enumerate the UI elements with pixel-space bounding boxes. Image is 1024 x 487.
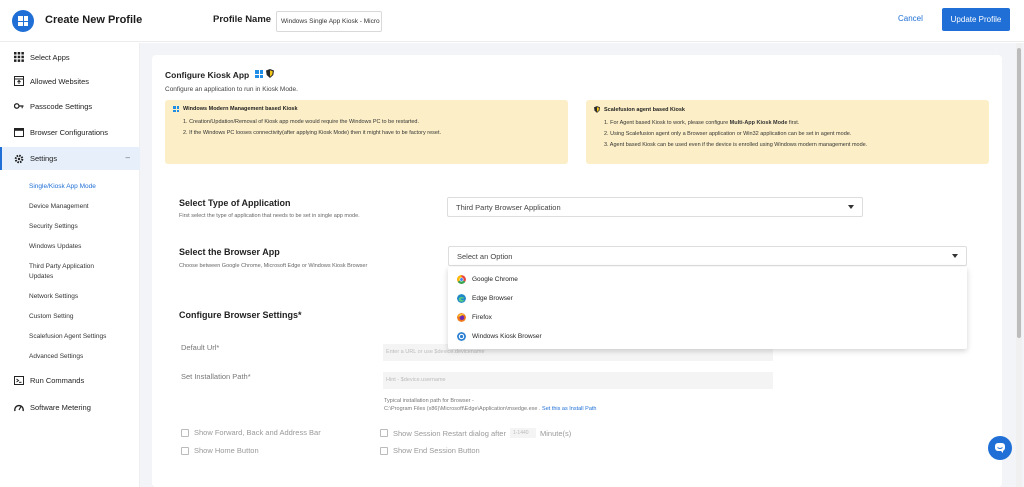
- info-box-modern-management: Windows Modern Management based Kiosk 1.…: [165, 100, 568, 164]
- gear-icon: [14, 154, 24, 164]
- top-header: Create New Profile Profile Name Windows …: [0, 0, 1024, 42]
- show-forward-back-checkbox[interactable]: Show Forward, Back and Address Bar: [181, 428, 321, 437]
- scalefusion-shield-icon: [266, 69, 274, 78]
- sidebar-item-allowed-websites[interactable]: Allowed Websites: [0, 70, 140, 92]
- windows-icon: [255, 70, 263, 78]
- grid-icon: [14, 52, 24, 62]
- sidebar-item-label: Select Apps: [30, 52, 70, 62]
- sidebar-item-label: Allowed Websites: [30, 76, 90, 86]
- firefox-icon: [457, 312, 466, 322]
- info-line: 2. If the Windows PC looses connectivity…: [183, 130, 442, 136]
- gauge-icon: [14, 402, 24, 412]
- info-line: 2. Using Scalefusion agent only a Browse…: [604, 131, 852, 137]
- sidebar-item-software-metering[interactable]: Software Metering: [0, 396, 140, 418]
- sidebar-item-label: Settings: [30, 154, 58, 163]
- chevron-down-icon: [848, 205, 854, 209]
- update-profile-button[interactable]: Update Profile: [942, 8, 1010, 31]
- key-icon: [14, 101, 24, 111]
- app-type-desc: First select the type of application tha…: [179, 213, 360, 219]
- profile-name-label: Profile Name: [213, 14, 272, 25]
- app-type-title: Select Type of Application: [179, 198, 291, 208]
- card-title: Configure Kiosk App: [165, 70, 250, 80]
- info-line: 3. Agent based Kiosk can be used even if…: [604, 142, 868, 148]
- default-url-label: Default Url*: [181, 343, 220, 352]
- sidebar-item-select-apps[interactable]: Select Apps: [0, 46, 140, 68]
- subnav-security-settings[interactable]: Security Settings: [29, 222, 134, 232]
- show-home-button-checkbox[interactable]: Show Home Button: [181, 446, 259, 455]
- sidebar: Select Apps Allowed Websites Passcode Se…: [0, 43, 140, 487]
- info-heading: Scalefusion agent based Kiosk: [604, 106, 685, 113]
- sidebar-item-run-commands[interactable]: Run Commands: [0, 369, 140, 391]
- cancel-button[interactable]: Cancel: [898, 14, 923, 23]
- subnav-windows-updates[interactable]: Windows Updates: [29, 242, 134, 252]
- chrome-icon: [457, 274, 466, 284]
- app-type-value: Third Party Browser Application: [456, 202, 561, 212]
- subnav-device-management[interactable]: Device Management: [29, 202, 134, 212]
- browser-settings-title: Configure Browser Settings*: [179, 310, 302, 320]
- windows-logo-icon: [12, 10, 34, 32]
- option-google-chrome[interactable]: Google Chrome: [457, 272, 518, 286]
- browser-app-title: Select the Browser App: [179, 247, 280, 257]
- chat-support-button[interactable]: [988, 436, 1012, 460]
- sidebar-item-label: Software Metering: [30, 402, 91, 412]
- browser-icon: [14, 127, 24, 137]
- subnav-third-party-app-updates[interactable]: Third Party Application Updates: [29, 262, 109, 282]
- sidebar-item-passcode-settings[interactable]: Passcode Settings: [0, 95, 140, 117]
- profile-name-input[interactable]: Windows Single App Kiosk - Micro: [276, 11, 382, 32]
- windows-icon: [173, 106, 179, 112]
- install-path-input[interactable]: Hint - $device.username: [383, 372, 773, 389]
- restart-minutes-input[interactable]: 1-1440: [509, 428, 536, 438]
- option-windows-kiosk-browser[interactable]: Windows Kiosk Browser: [457, 329, 542, 343]
- set-install-path-link[interactable]: Set this as Install Path: [542, 406, 596, 412]
- browser-app-select[interactable]: Select an Option: [448, 246, 967, 266]
- subnav-scalefusion-agent-settings[interactable]: Scalefusion Agent Settings: [29, 332, 134, 342]
- browser-options-dropdown: Google Chrome Edge Browser Firefox Windo…: [448, 267, 967, 349]
- browser-app-desc: Choose between Google Chrome, Microsoft …: [179, 263, 368, 269]
- browser-app-placeholder: Select an Option: [457, 251, 513, 261]
- subnav-network-settings[interactable]: Network Settings: [29, 292, 134, 302]
- page-title: Create New Profile: [45, 14, 143, 26]
- info-heading: Windows Modern Management based Kiosk: [183, 106, 298, 112]
- info-line: 1. For Agent based Kiosk to work, please…: [604, 120, 800, 126]
- info-line: 1. Creation/Updation/Removal of Kiosk ap…: [183, 119, 420, 125]
- install-path-hint: Typical installation path for Browser - …: [384, 398, 597, 412]
- show-end-session-checkbox[interactable]: Show End Session Button: [380, 446, 480, 455]
- chevron-down-icon: [952, 254, 958, 258]
- subnav-single-kiosk-app-mode[interactable]: Single/Kiosk App Mode: [29, 182, 134, 192]
- sidebar-item-browser-configurations[interactable]: Browser Configurations: [0, 121, 140, 143]
- app-type-select[interactable]: Third Party Browser Application: [447, 197, 863, 217]
- kiosk-browser-icon: [457, 331, 466, 341]
- chat-icon: [995, 443, 1005, 453]
- collapse-icon[interactable]: –: [126, 153, 130, 162]
- subnav-advanced-settings[interactable]: Advanced Settings: [29, 352, 134, 362]
- sidebar-item-label: Run Commands: [30, 375, 85, 385]
- sidebar-item-settings[interactable]: Settings –: [0, 147, 140, 170]
- scalefusion-shield-icon: [594, 106, 600, 113]
- scrollbar-thumb[interactable]: [1017, 48, 1021, 338]
- terminal-icon: [14, 375, 24, 385]
- browser-window-icon: [14, 76, 24, 86]
- option-edge-browser[interactable]: Edge Browser: [457, 291, 513, 305]
- option-firefox[interactable]: Firefox: [457, 310, 492, 324]
- edge-icon: [457, 293, 466, 303]
- show-session-restart-checkbox[interactable]: Show Session Restart dialog after 1-1440…: [380, 428, 571, 438]
- info-box-agent-kiosk: Scalefusion agent based Kiosk 1. For Age…: [586, 100, 989, 164]
- sidebar-item-label: Browser Configurations: [30, 127, 108, 137]
- subnav-custom-setting[interactable]: Custom Setting: [29, 312, 134, 322]
- card-subtitle: Configure an application to run in Kiosk…: [165, 86, 298, 93]
- install-path-label: Set Installation Path*: [181, 372, 251, 381]
- sidebar-item-label: Passcode Settings: [30, 101, 93, 111]
